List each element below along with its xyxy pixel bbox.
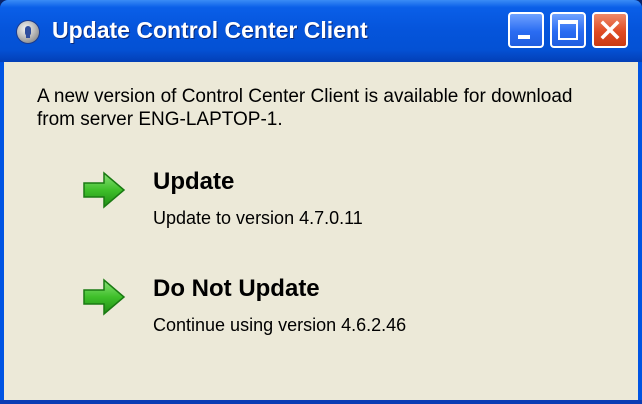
update-option[interactable]: Update Update to version 4.7.0.11	[80, 158, 560, 236]
window-frame-bottom	[0, 400, 642, 404]
do-not-update-option-description: Continue using version 4.6.2.46	[153, 315, 407, 335]
app-icon-mark-base	[26, 35, 30, 38]
minimize-button[interactable]	[508, 12, 544, 48]
title-bar[interactable]: Update Control Center Client	[0, 0, 642, 62]
dialog-window: Update Control Center Client A new versi…	[0, 0, 642, 404]
update-option-description: Update to version 4.7.0.11	[153, 208, 363, 228]
close-button[interactable]	[592, 12, 628, 48]
maximize-button[interactable]	[550, 12, 586, 48]
update-option-title: Update	[153, 168, 235, 195]
do-not-update-option[interactable]: Do Not Update Continue using version 4.6…	[80, 265, 560, 343]
dialog-content: A new version of Control Center Client i…	[4, 62, 638, 400]
window-title: Update Control Center Client	[52, 17, 368, 43]
close-icon	[600, 20, 620, 40]
green-arrow-icon	[83, 171, 126, 209]
maximize-icon	[558, 20, 578, 40]
green-arrow-icon	[83, 278, 126, 316]
update-message: A new version of Control Center Client i…	[37, 86, 573, 130]
minimize-icon	[518, 35, 530, 39]
do-not-update-option-title: Do Not Update	[153, 275, 320, 302]
app-info-icon[interactable]	[17, 21, 39, 43]
